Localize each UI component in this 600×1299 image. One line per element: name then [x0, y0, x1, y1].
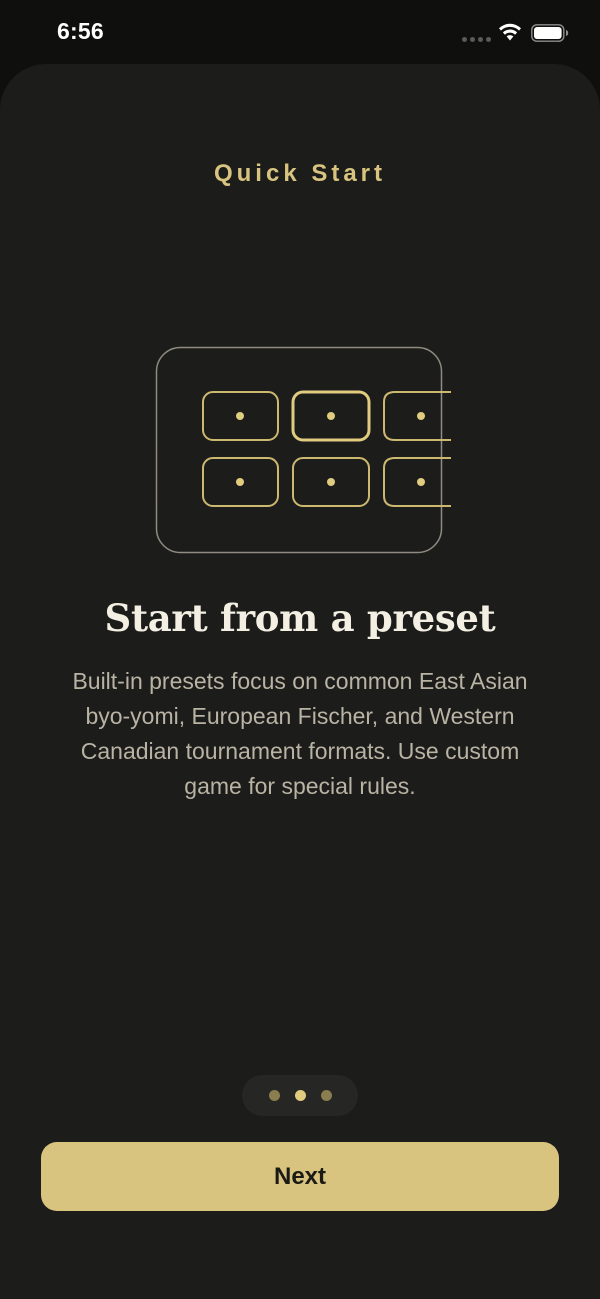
description-text: Built-in presets focus on common East As…: [72, 668, 528, 799]
wifi-icon: [499, 23, 521, 41]
next-button[interactable]: Next: [41, 1142, 559, 1211]
page-dot-1[interactable]: [269, 1090, 280, 1101]
signal-dots-icon: [462, 37, 491, 43]
headline: Start from a preset: [104, 596, 496, 640]
page-dot-3[interactable]: [321, 1090, 332, 1101]
sheet-title: Quick Start: [213, 160, 387, 187]
preset-grid-icon: [155, 346, 451, 554]
battery-icon: [531, 24, 569, 42]
page-indicator[interactable]: [242, 1075, 358, 1116]
status-time: 6:56: [57, 18, 104, 44]
page-dot-2[interactable]: [295, 1090, 306, 1101]
status-bar: 6:56: [0, 0, 600, 64]
